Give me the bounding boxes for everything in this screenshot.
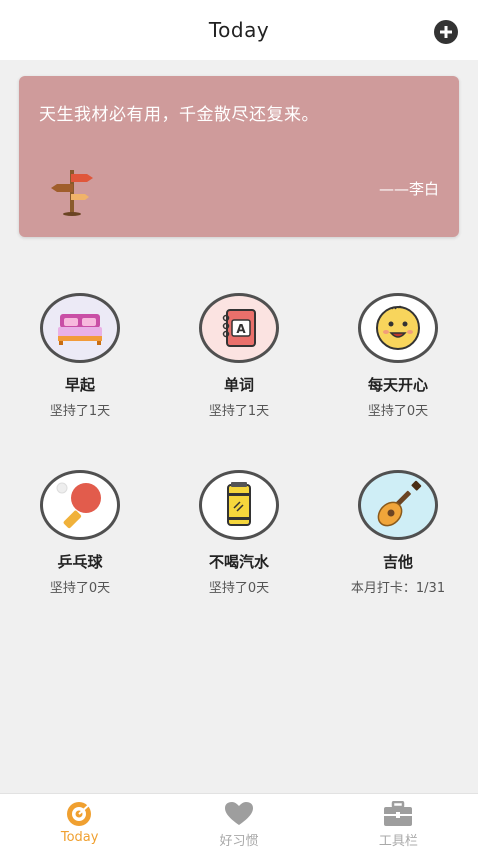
habit-icon-circle: [358, 470, 438, 540]
habit-icon-circle: [199, 470, 279, 540]
signpost-icon: [51, 170, 93, 216]
habit-name: 每天开心: [367, 376, 428, 394]
habit-ping-pong[interactable]: 乒乓球 坚持了0天: [0, 470, 160, 596]
habit-status: 坚持了0天: [208, 581, 270, 596]
habit-name: 不喝汽水: [208, 553, 269, 571]
heart-icon: [224, 802, 253, 825]
target-icon: [66, 802, 92, 826]
habit-icon-circle: A: [199, 293, 279, 363]
toolbox-icon: [384, 801, 413, 826]
quote-card: 天生我材必有用，千金散尽还复来。 ——李白: [19, 76, 459, 237]
habit-icon-circle: [40, 293, 120, 363]
habit-status: 本月打卡：1/31: [350, 581, 446, 596]
habit-status: 坚持了0天: [49, 581, 111, 596]
habit-status: 坚持了0天: [367, 404, 429, 419]
tab-label: 工具栏: [378, 834, 418, 849]
smiley-icon: [376, 305, 420, 350]
tab-label: Today: [60, 830, 99, 845]
top-bar: Today: [0, 0, 478, 60]
tab-today[interactable]: Today: [0, 794, 159, 851]
page-title: Today: [208, 18, 270, 42]
habit-name: 乒乓球: [57, 553, 103, 571]
ping-pong-icon: [56, 482, 101, 529]
add-habit-icon[interactable]: [434, 20, 458, 44]
soda-can-icon: [227, 482, 251, 526]
habit-early-rise[interactable]: 早起 坚持了1天: [0, 293, 160, 419]
habit-status: 坚持了1天: [208, 404, 270, 419]
habit-name: 早起: [64, 376, 95, 394]
tab-toolbar[interactable]: 工具栏: [319, 794, 478, 851]
notebook-icon: A: [222, 309, 256, 347]
bed-icon: [58, 314, 102, 345]
habit-icon-circle: [40, 470, 120, 540]
habit-name: 吉他: [382, 553, 413, 571]
quote-author: ——李白: [378, 180, 439, 198]
habit-guitar[interactable]: 吉他 本月打卡：1/31: [318, 470, 478, 596]
habit-vocabulary[interactable]: A 单词 坚持了1天: [159, 293, 319, 419]
tab-good-habits[interactable]: 好习惯: [159, 794, 318, 851]
tab-label: 好习惯: [219, 834, 259, 849]
habit-icon-circle: [358, 293, 438, 363]
habit-no-soda[interactable]: 不喝汽水 坚持了0天: [159, 470, 319, 596]
bottom-tab-bar: Today 好习惯 工具栏: [0, 793, 478, 851]
guitar-icon: [377, 480, 422, 527]
svg-text:A: A: [236, 322, 246, 336]
habit-status: 坚持了1天: [49, 404, 111, 419]
quote-text: 天生我材必有用，千金散尽还复来。: [39, 105, 319, 125]
habit-name: 单词: [223, 376, 254, 394]
habit-happy[interactable]: 每天开心 坚持了0天: [318, 293, 478, 419]
